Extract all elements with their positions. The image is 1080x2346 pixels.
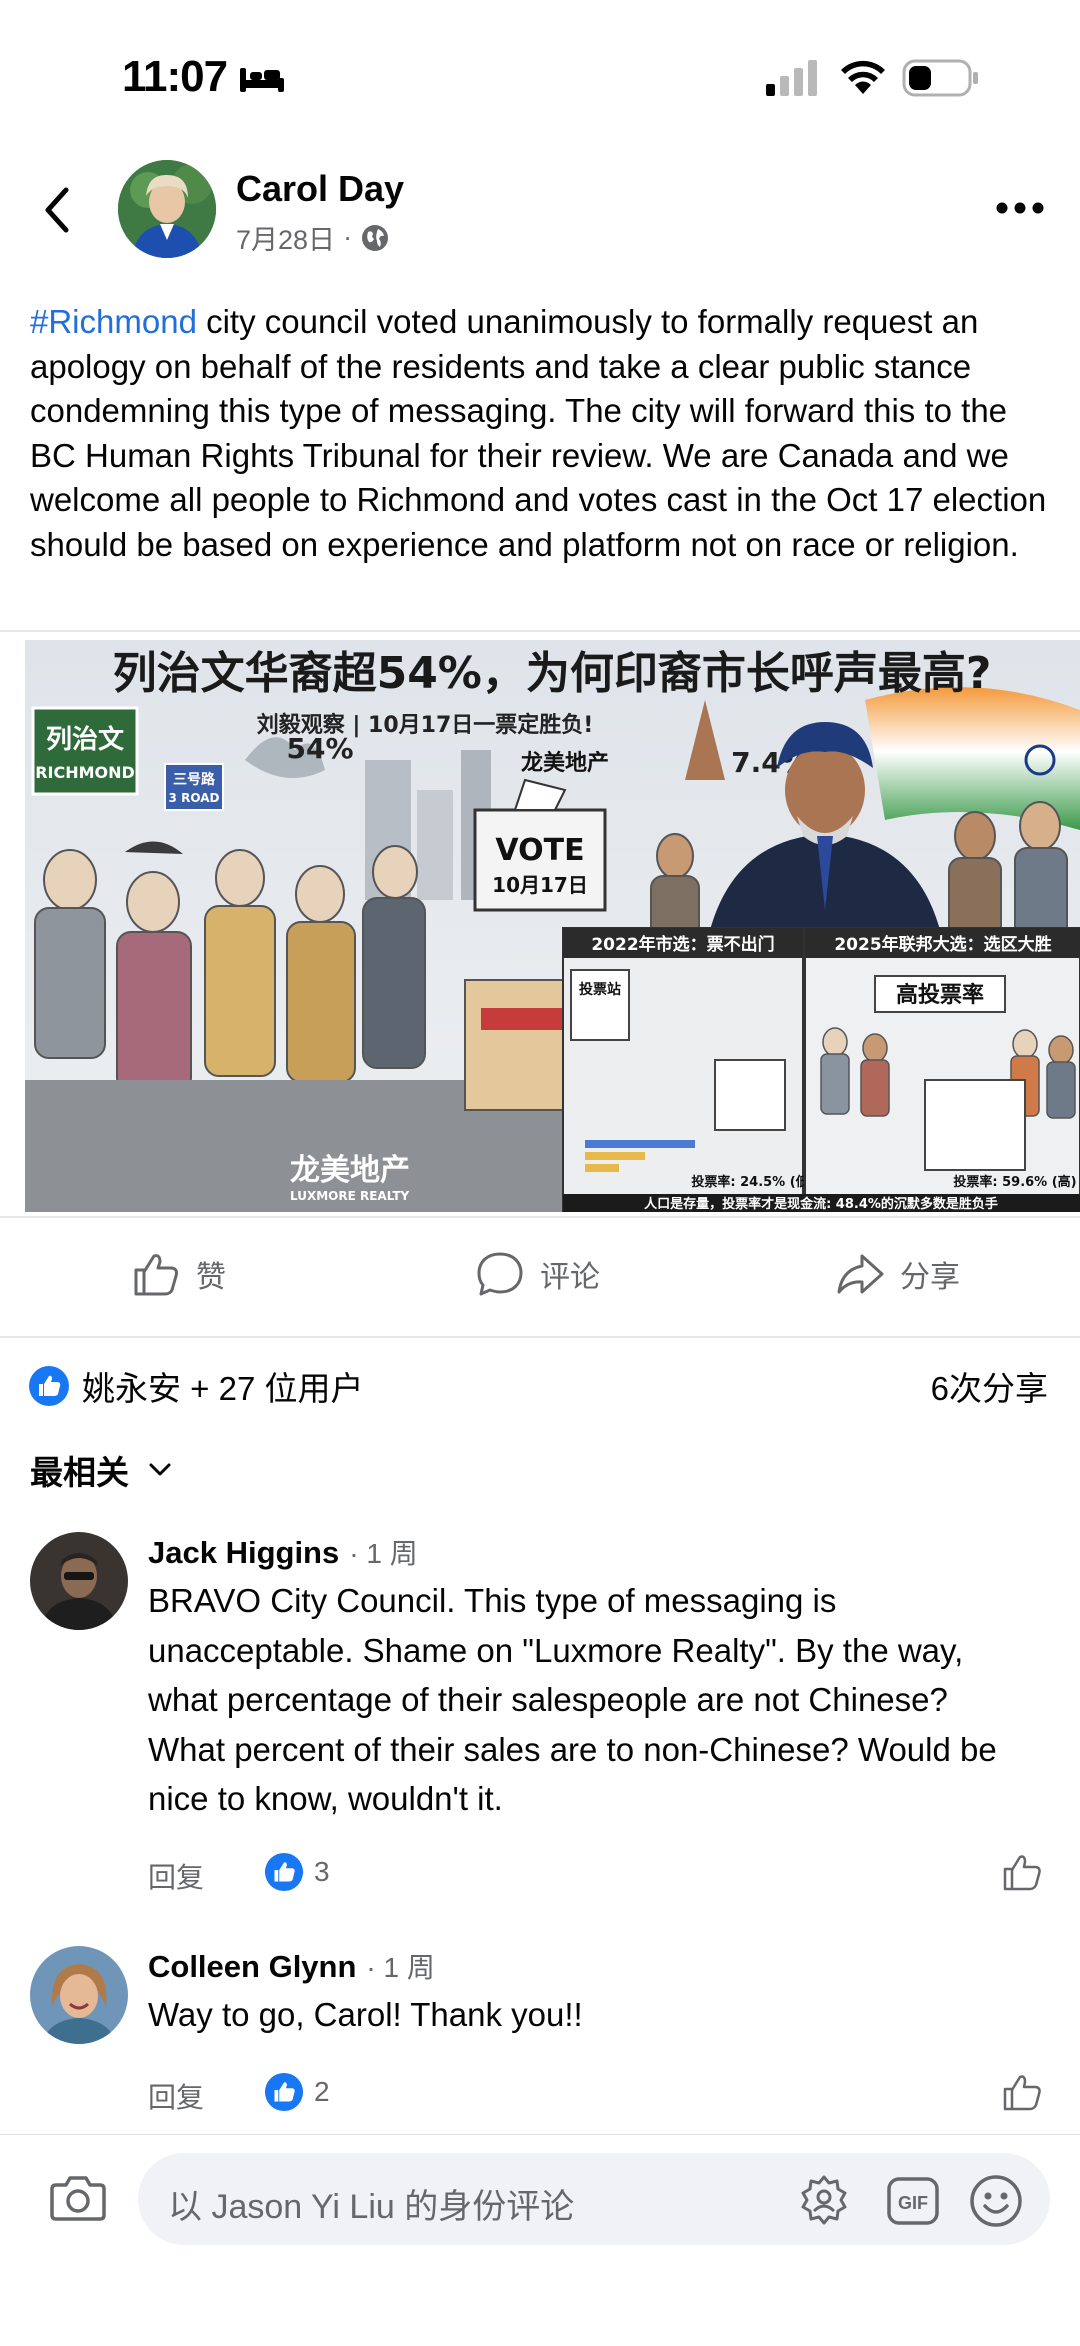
image-sign-road-cn: 三号路 [173,771,216,788]
reply-button[interactable]: 回复 [148,2076,204,2116]
chevron-down-icon [149,1463,171,1476]
like-reaction-icon [264,1852,304,1892]
public-globe-icon [362,224,389,251]
commenter-avatar[interactable] [30,1946,128,2044]
share-count[interactable]: 6次分享 [931,1362,1048,1410]
battery-icon [902,59,978,97]
back-arrow-icon[interactable] [36,180,80,240]
image-brand-bottom-en: LUXMORE REALTY [290,1189,410,1203]
post-meta: 7月28日 · [236,218,390,257]
avatar-sticker-icon[interactable] [798,2173,850,2229]
comment-time: · 1 周 [366,1952,435,1983]
image-pct-chinese: 54% [286,732,353,765]
more-options-icon[interactable] [995,196,1045,220]
share-arrow-icon [837,1254,884,1294]
author-avatar[interactable] [118,160,216,258]
image-footer: 人口是存量，投票率才是现金流: 48.4%的沉默多数是胜负手 [644,1196,998,1212]
svg-text:GIF: GIF [898,2193,928,2213]
comment-likes[interactable]: 2 [264,2072,330,2112]
image-polling-cn: 投票站 [579,981,621,998]
image-vote-date: 10月17日 [492,873,588,897]
author-name[interactable]: Carol Day [236,168,404,210]
image-headline: 列治文华裔超54%，为何印裔市长呼声最高? [113,648,992,699]
comment-composer: 以 Jason Yi Liu 的身份评论 GIF [0,2134,1080,2346]
image-panel1-title: 2022年市选：票不出门 [591,934,774,955]
wifi-icon [841,60,885,94]
post-body: city council voted unanimously to formal… [30,303,1047,563]
like-reaction-icon [264,2072,304,2112]
sort-label: 最相关 [30,1454,129,1491]
commenter-name: Colleen Glynn · 1 周 [148,1946,435,1986]
image-sign-richmond-cn: 列治文 [46,724,125,755]
image-brand-top: 龙美地产 [521,750,609,776]
comment-like-icon[interactable] [1000,2070,1044,2114]
comment-input[interactable]: 以 Jason Yi Liu 的身份评论 GIF [138,2153,1050,2245]
comment-button[interactable]: 评论 [474,1248,600,1300]
reactions-summary[interactable]: 姚永安 + 27 位用户 [28,1362,363,1410]
image-brand-bottom: 龙美地产 [290,1153,410,1188]
reactions-text: 姚永安 + 27 位用户 [82,1370,364,1407]
comment-sort-dropdown[interactable]: 最相关 [30,1446,175,1494]
image-sign-richmond-en: RICHMOND [35,763,135,782]
status-bar: 11:07 [0,0,1080,150]
image-turnout-high: 投票率: 59.6% (高) [953,1174,1076,1190]
like-reaction-icon [29,1366,69,1406]
post-image-illustration: 列治文华裔超54%，为何印裔市长呼声最高? 刘毅观察 | 10月17日一票定胜负… [25,640,1080,1212]
comment-label: 评论 [540,1261,600,1294]
image-panel2-title: 2025年联邦大选：选区大胜 [834,934,1051,955]
divider [0,1216,1080,1218]
like-label: 赞 [196,1261,226,1294]
comment-likes[interactable]: 3 [264,1852,330,1892]
cellular-signal-icon [766,60,817,96]
emoji-icon[interactable] [968,2173,1024,2229]
image-vote-label: VOTE [495,833,584,868]
commenter-name-text[interactable]: Colleen Glynn [148,1949,356,1984]
comment-like-count: 2 [314,2076,330,2107]
reply-button[interactable]: 回复 [148,1856,204,1896]
sleep-focus-icon [240,68,284,92]
commenter-avatar[interactable] [30,1532,128,1630]
comment-text: Way to go, Carol! Thank you!! [148,1996,583,2033]
commenter-name: Jack Higgins · 1 周 [148,1532,418,1572]
comment-input-placeholder: 以 Jason Yi Liu 的身份评论 [168,2188,575,2226]
image-sign-road-en: 3 ROAD [169,791,220,805]
like-button[interactable]: 赞 [130,1248,226,1300]
hashtag-link[interactable]: #Richmond [30,303,197,340]
comment-time: · 1 周 [349,1538,418,1569]
comment-text: BRAVO City Council. This type of messagi… [148,1582,997,1817]
status-time: 11:07 [122,52,228,101]
post-image[interactable]: 列治文华裔超54%，为何印裔市长呼声最高? 刘毅观察 | 10月17日一票定胜负… [25,640,1080,1212]
comment-bubble-icon [477,1252,523,1296]
thumbs-up-icon [134,1254,178,1296]
commenter-name-text[interactable]: Jack Higgins [148,1535,339,1570]
comment-like-icon[interactable] [1000,1850,1044,1894]
post-date[interactable]: 7月28日 [236,218,335,257]
comment-like-count: 3 [314,1856,330,1887]
share-label: 分享 [900,1261,960,1294]
image-turnout-low: 投票率: 24.5% (低) [691,1174,814,1190]
image-high-turnout: 高投票率 [896,982,984,1008]
post-text: #Richmond city council voted unanimously… [30,300,1050,567]
divider [0,1336,1080,1338]
meta-separator: · [343,222,353,252]
camera-icon[interactable] [48,2169,108,2225]
gif-icon[interactable]: GIF [886,2175,940,2227]
share-button[interactable]: 分享 [834,1248,960,1300]
divider [0,630,1080,632]
